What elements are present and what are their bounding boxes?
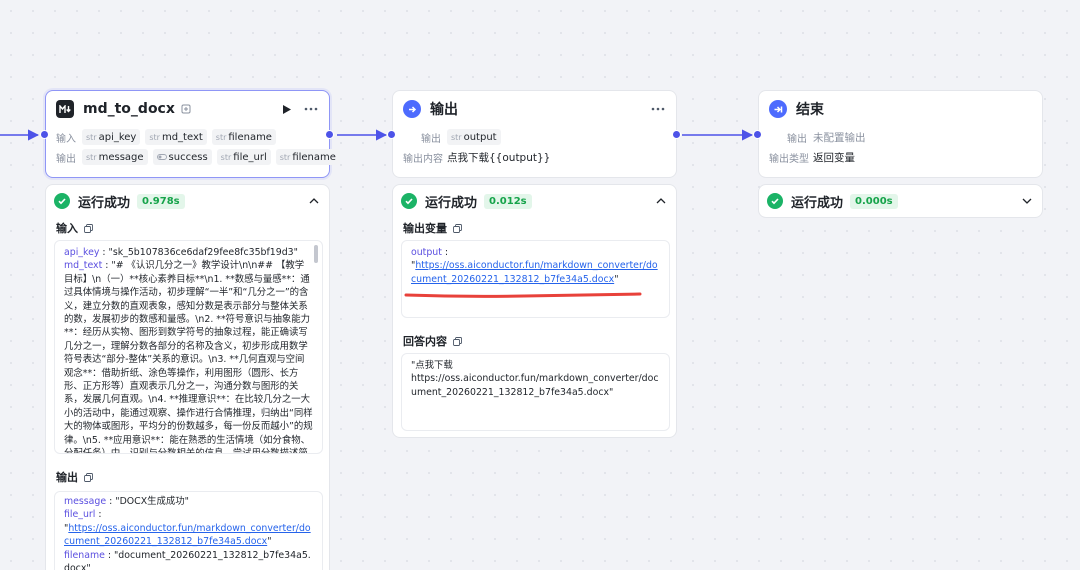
output-var-section-title: 输出变量 (393, 219, 676, 237)
output-var-row: 输出 str output (393, 127, 676, 147)
output-chip-filename: str filename (275, 149, 340, 165)
run-time-badge: 0.012s (484, 193, 532, 209)
output-label: 输出 (421, 133, 441, 145)
input-md-text-line: md_text : "# 《认识几分之一》教学设计\n\n## 【教学目标】\n… (64, 260, 313, 454)
run-result-header[interactable]: 运行成功 0.978s (46, 185, 329, 217)
chevron-up-icon[interactable] (656, 198, 666, 204)
run-status: 运行成功 (425, 195, 478, 211)
chevron-down-icon[interactable] (1022, 198, 1032, 204)
output-file-url-line: file_url : "https://oss.aiconductor.fun/m… (64, 509, 311, 548)
success-check-icon (401, 193, 417, 209)
input-chip-api-key: str api_key (82, 129, 141, 145)
run-node-button[interactable] (279, 101, 295, 117)
output-node-input-handle[interactable] (387, 130, 396, 139)
markdown-icon (56, 100, 74, 118)
red-underline-annotation (404, 292, 642, 298)
input-chip-filename: str filename (211, 129, 276, 145)
success-check-icon (54, 193, 70, 209)
output-node[interactable]: 输出 输出 str output 输出内容 点我下载{{output}} (392, 90, 677, 178)
answer-line-1: "点我下载 (411, 360, 453, 371)
more-options-icon[interactable] (303, 101, 319, 117)
input-chip-md-text: str md_text (145, 129, 207, 145)
run-time-badge: 0.000s (850, 193, 898, 209)
output-label: 输出 (56, 153, 76, 165)
output-link[interactable]: https://oss.aiconductor.fun/markdown_con… (411, 260, 658, 284)
copy-icon[interactable] (84, 223, 93, 233)
node-title: 结束 (796, 102, 824, 118)
output-var-box[interactable]: output : "https://oss.aiconductor.fun/mar… (401, 240, 670, 318)
content-label: 输出内容 (403, 153, 443, 165)
end-output-row: 输出 未配置输出 (759, 127, 1042, 147)
input-json-box[interactable]: api_key : "sk_5b107836ce6daf29fee8fc35bf… (54, 240, 323, 454)
copy-icon[interactable] (453, 336, 462, 346)
copy-icon[interactable] (84, 472, 93, 482)
output-ports: 输出 str message success str file_url str fil… (46, 147, 340, 167)
run-time-badge: 0.978s (137, 193, 185, 209)
md-to-docx-node[interactable]: md_to_docx 输入 str api_key str md_text str f… (45, 90, 340, 178)
end-type-row: 输出类型 返回变量 (759, 147, 1042, 167)
end-node[interactable]: 结束 输出 未配置输出 输出类型 返回变量 (758, 90, 1043, 178)
end-node-input-handle[interactable] (753, 130, 762, 139)
run-result-header[interactable]: 运行成功 0.012s (393, 185, 676, 217)
run-status: 运行成功 (78, 195, 131, 211)
md-node-input-handle[interactable] (40, 130, 49, 139)
output-chip-message: str message (82, 149, 148, 165)
answer-line-2: https://oss.aiconductor.fun/markdown_con… (411, 373, 659, 398)
more-options-icon[interactable] (650, 101, 666, 117)
output-type-value: 返回变量 (813, 151, 855, 164)
scrollbar-thumb[interactable] (314, 245, 318, 263)
output-chip-success: success (152, 149, 212, 165)
node-title: 输出 (430, 102, 458, 118)
end-output-value: 未配置输出 (813, 131, 866, 144)
output-var-line: output : "https://oss.aiconductor.fun/mar… (411, 247, 658, 285)
end-run-result-panel: 运行成功 0.000s (758, 184, 1043, 218)
output-chip-file-url: str file_url (216, 149, 271, 165)
success-check-icon (767, 193, 783, 209)
file-url-link[interactable]: https://oss.aiconductor.fun/markdown_con… (64, 523, 311, 547)
answer-section-title: 回答内容 (393, 332, 462, 350)
md-node-output-handle[interactable] (325, 130, 334, 139)
output-filename-line: filename : "document_20260221_132812_b7f… (64, 549, 311, 570)
output-json-box[interactable]: message : "DOCX生成成功" file_url : "https://… (54, 491, 323, 570)
output-node-output-handle[interactable] (672, 130, 681, 139)
output-type-label: 输出类型 (769, 153, 809, 165)
run-status: 运行成功 (791, 195, 844, 211)
copy-icon[interactable] (453, 223, 462, 233)
input-ports: 输入 str api_key str md_text str filename (46, 127, 329, 147)
input-label: 输入 (56, 133, 76, 145)
plugin-badge-icon (181, 104, 191, 114)
chevron-up-icon[interactable] (309, 198, 319, 204)
output-content-row: 输出内容 点我下载{{output}} (393, 147, 676, 167)
output-var-chip: str output (447, 129, 501, 145)
output-node-icon (403, 100, 421, 118)
end-node-icon (769, 100, 787, 118)
md-run-result-panel: 运行成功 0.978s 输入 api_key : "sk_5b107836ce6… (45, 184, 330, 570)
output-message-line: message : "DOCX生成成功" (64, 496, 189, 507)
output-run-result-panel: 运行成功 0.012s 输出变量 output : "https://oss.ai… (392, 184, 677, 438)
bool-toggle-icon (156, 154, 167, 160)
output-section-title: 输出 (46, 468, 93, 486)
run-result-header[interactable]: 运行成功 0.000s (759, 185, 1042, 217)
node-title: md_to_docx (83, 101, 175, 117)
output-label: 输出 (787, 133, 807, 145)
answer-box[interactable]: "点我下载 https://oss.aiconductor.fun/markdo… (401, 353, 670, 431)
input-section-title: 输入 (46, 219, 329, 237)
content-value: 点我下载{{output}} (447, 151, 551, 164)
input-api-key-line: api_key : "sk_5b107836ce6daf29fee8fc35bf… (64, 247, 298, 258)
